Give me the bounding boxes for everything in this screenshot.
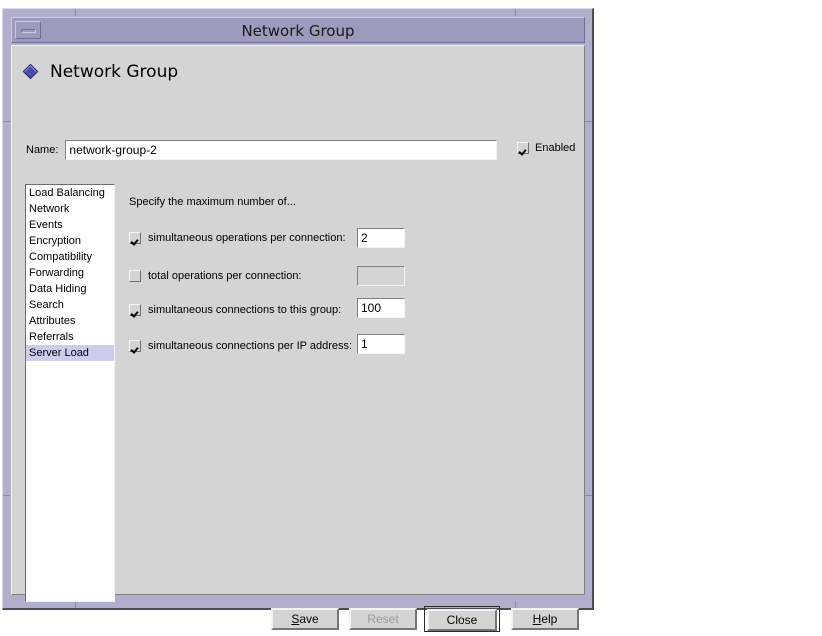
options-panel: Specify the maximum number of... simulta… bbox=[125, 184, 565, 602]
name-label: Name: bbox=[26, 144, 58, 156]
option-row-connections-to-group[interactable]: simultaneous connections to this group: bbox=[129, 300, 341, 320]
sidebar-item-attributes[interactable]: Attributes bbox=[26, 313, 114, 329]
category-list[interactable]: Load Balancing Network Events Encryption… bbox=[25, 184, 115, 602]
option-label-connections-per-ip: simultaneous connections per IP address: bbox=[148, 340, 352, 352]
resize-handle-left-top[interactable] bbox=[3, 121, 10, 122]
dialog-client-area: Network Group Name: Enabled Load Balanci… bbox=[11, 45, 585, 595]
name-row: Name: bbox=[26, 138, 497, 162]
option-label-connections-to-group: simultaneous connections to this group: bbox=[148, 304, 341, 316]
help-button[interactable]: Help bbox=[511, 608, 579, 630]
input-connections-per-ip[interactable] bbox=[357, 334, 405, 354]
name-input[interactable] bbox=[65, 140, 497, 160]
reset-button-label: Reset bbox=[367, 612, 398, 626]
enabled-checkbox-label: Enabled bbox=[535, 142, 575, 154]
save-button-label: ave bbox=[299, 612, 318, 626]
window-title: Network Group bbox=[12, 18, 584, 44]
minimize-icon[interactable] bbox=[15, 21, 41, 39]
enabled-checkbox[interactable]: Enabled bbox=[517, 142, 575, 154]
sidebar-item-referrals[interactable]: Referrals bbox=[26, 329, 114, 345]
checkbox-connections-to-group[interactable] bbox=[129, 304, 141, 316]
reset-button: Reset bbox=[349, 608, 417, 630]
option-row-simultaneous-operations[interactable]: simultaneous operations per connection: bbox=[129, 228, 346, 248]
input-connections-to-group[interactable] bbox=[357, 298, 405, 318]
sidebar-item-server-load[interactable]: Server Load bbox=[26, 345, 114, 361]
close-button-label: Close bbox=[447, 613, 478, 627]
input-simultaneous-operations[interactable] bbox=[357, 228, 405, 248]
title-bar[interactable]: Network Group bbox=[11, 17, 585, 43]
checkbox-total-operations[interactable] bbox=[129, 270, 141, 282]
option-label-total-operations: total operations per connection: bbox=[148, 270, 302, 282]
sidebar-item-load-balancing[interactable]: Load Balancing bbox=[26, 185, 114, 201]
checkbox-simultaneous-operations[interactable] bbox=[129, 232, 141, 244]
option-row-connections-per-ip[interactable]: simultaneous connections per IP address: bbox=[129, 336, 352, 356]
save-button[interactable]: Save bbox=[271, 608, 339, 630]
sidebar-item-network[interactable]: Network bbox=[26, 201, 114, 217]
input-total-operations bbox=[357, 266, 405, 286]
resize-handle-left-bottom[interactable] bbox=[3, 495, 10, 496]
close-button[interactable]: Close bbox=[427, 609, 497, 631]
option-row-total-operations[interactable]: total operations per connection: bbox=[129, 266, 302, 286]
checkbox-connections-per-ip[interactable] bbox=[129, 340, 141, 352]
application-window: Network Group Network Group Name: Enable… bbox=[2, 8, 594, 610]
enabled-checkbox-box[interactable] bbox=[517, 142, 529, 154]
resize-handle-right-top[interactable] bbox=[585, 121, 592, 122]
resize-handle-top-left[interactable] bbox=[75, 9, 76, 16]
sidebar-item-encryption[interactable]: Encryption bbox=[26, 233, 114, 249]
button-bar: Save Reset Close Help bbox=[12, 606, 586, 636]
sidebar-item-search[interactable]: Search bbox=[26, 297, 114, 313]
resize-handle-top-right[interactable] bbox=[515, 9, 516, 16]
sidebar-item-compatibility[interactable]: Compatibility bbox=[26, 249, 114, 265]
page-title: Network Group bbox=[50, 62, 178, 82]
diamond-icon bbox=[24, 65, 38, 79]
page-header: Network Group bbox=[24, 60, 178, 84]
minimize-glyph bbox=[21, 29, 36, 33]
panel-heading: Specify the maximum number of... bbox=[129, 196, 296, 208]
sidebar-item-events[interactable]: Events bbox=[26, 217, 114, 233]
sidebar-item-forwarding[interactable]: Forwarding bbox=[26, 265, 114, 281]
sidebar-item-data-hiding[interactable]: Data Hiding bbox=[26, 281, 114, 297]
help-button-label: elp bbox=[541, 612, 557, 626]
option-label-simultaneous-operations: simultaneous operations per connection: bbox=[148, 232, 346, 244]
resize-handle-right-bottom[interactable] bbox=[585, 495, 592, 496]
